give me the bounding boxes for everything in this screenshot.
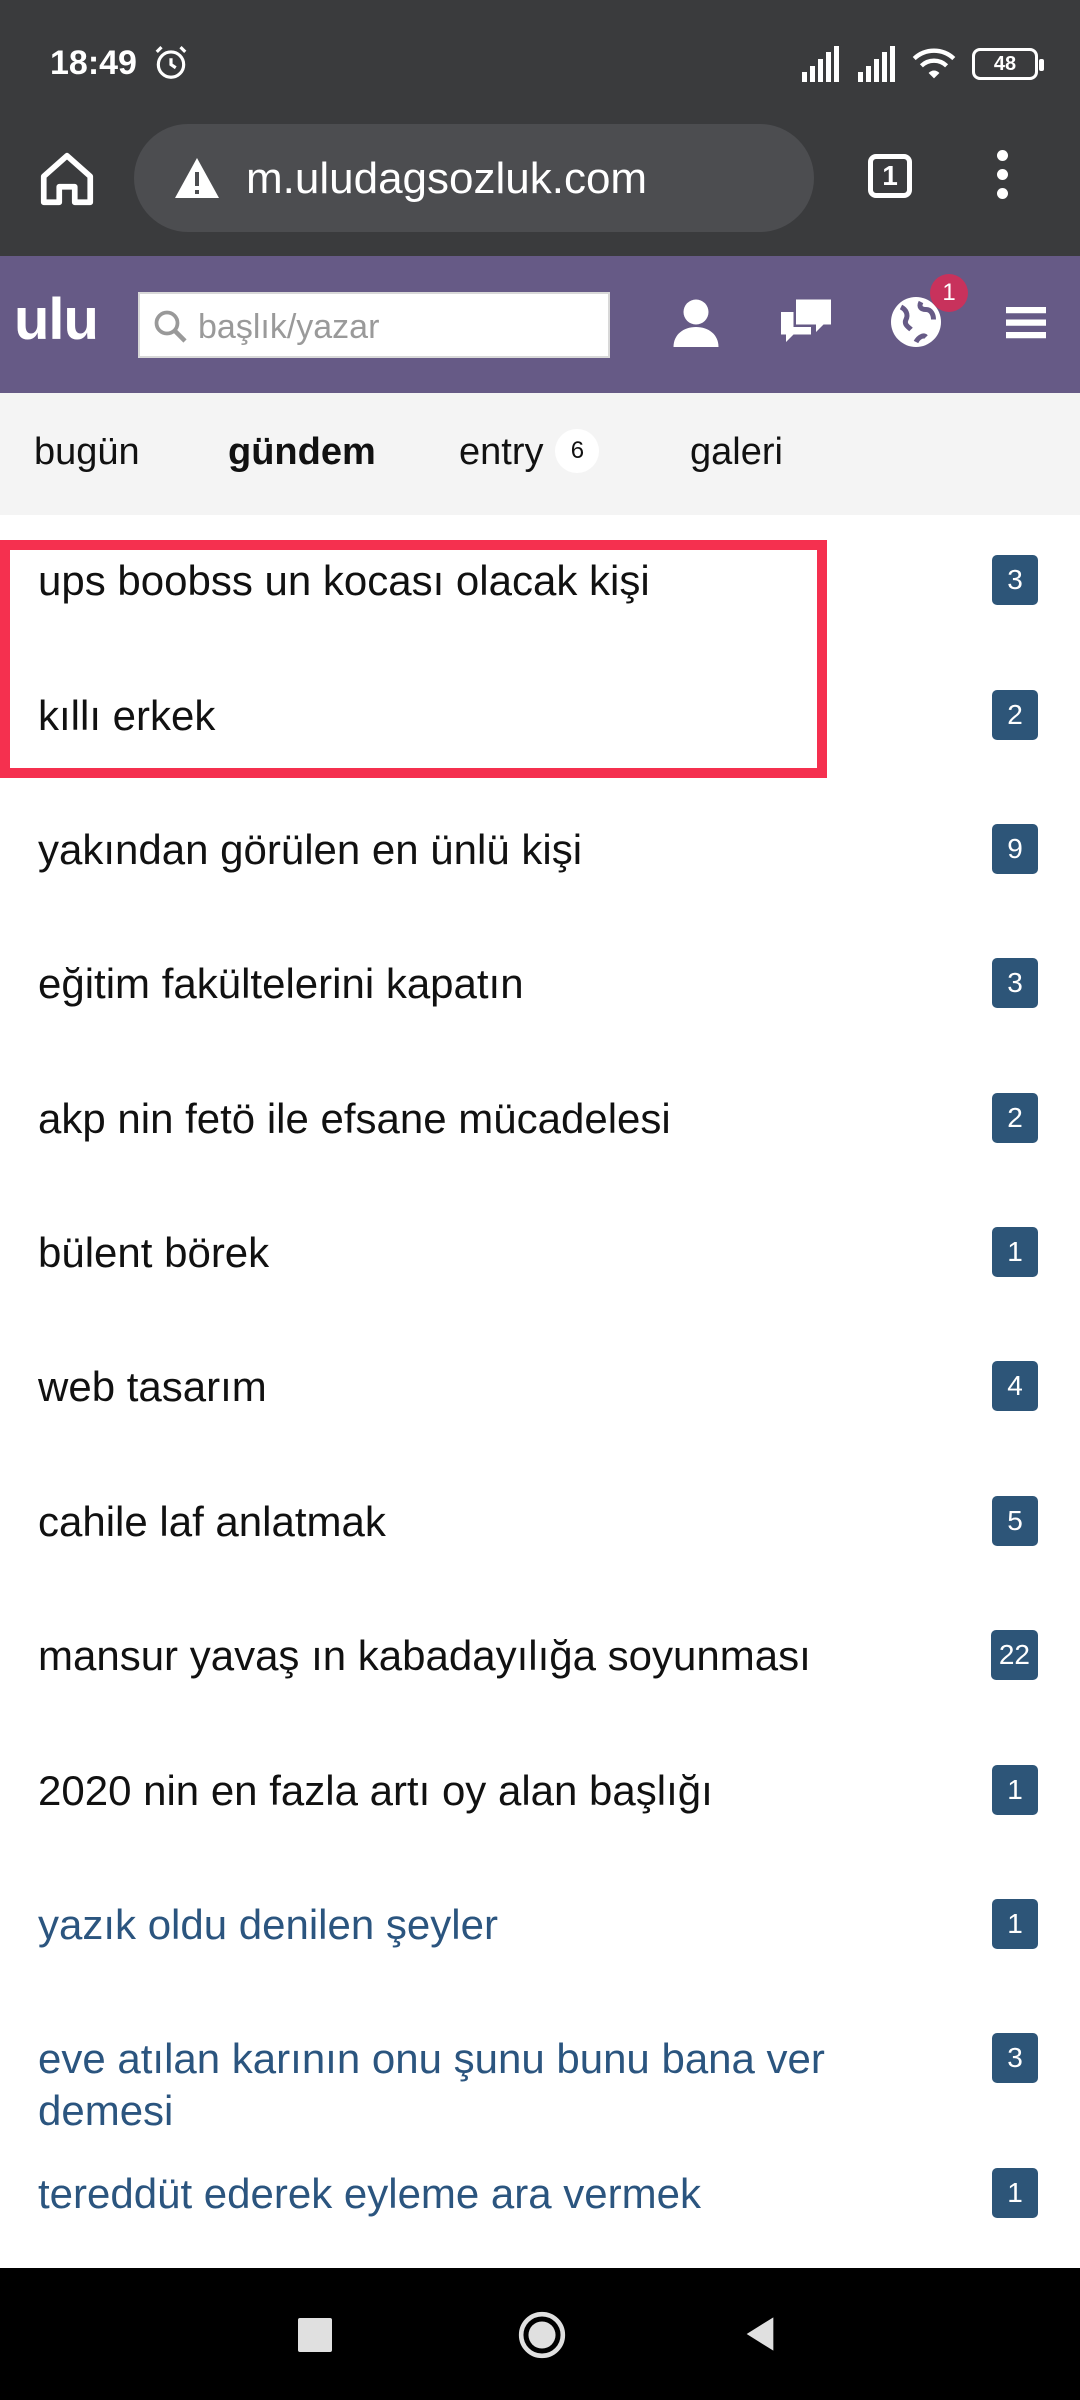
signal-icon [858, 46, 895, 82]
battery-level: 48 [993, 52, 1017, 75]
topic-count-badge: 1 [992, 1227, 1038, 1277]
tab-bugun[interactable]: bugün [34, 431, 140, 474]
topic-title[interactable]: mansur yavaş ın kabadayılığa soyunması [38, 1630, 878, 1682]
topic-count-badge: 4 [992, 1361, 1038, 1411]
tab-label: gündem [228, 431, 376, 473]
search-box[interactable] [138, 292, 610, 358]
more-vert-icon[interactable] [994, 150, 1010, 210]
wifi-icon [912, 48, 956, 79]
topic-title[interactable]: cahile laf anlatmak [38, 1496, 878, 1548]
alarm-icon [155, 46, 187, 79]
tab-bar: bugün gündem entry 6 galeri [0, 393, 1080, 515]
status-time: 18:49 [50, 44, 137, 82]
user-icon[interactable] [666, 292, 726, 352]
topic-title[interactable]: eğitim fakültelerini kapatın [38, 958, 878, 1010]
hamburger-menu-icon[interactable] [996, 292, 1056, 352]
topic-count-badge: 9 [992, 824, 1038, 874]
topic-count-badge: 3 [992, 555, 1038, 605]
search-icon [154, 310, 187, 343]
address-bar[interactable]: m.uludagsozluk.com [134, 124, 814, 232]
topic-title[interactable]: akp nin fetö ile efsane mücadelesi [38, 1093, 878, 1145]
topic-title[interactable]: web tasarım [38, 1361, 878, 1413]
topic-count-badge: 22 [990, 1630, 1038, 1680]
topic-title[interactable]: bülent börek [38, 1227, 878, 1279]
topic-count-badge: 1 [992, 2168, 1038, 2218]
topic-count-badge: 2 [992, 690, 1038, 740]
site-header: ulu 1 [0, 256, 1080, 393]
home-icon[interactable] [36, 148, 98, 210]
recents-icon[interactable] [298, 2318, 332, 2352]
tab-count: 1 [882, 160, 898, 191]
notification-badge[interactable]: 1 [930, 274, 968, 312]
topic-count-badge: 1 [992, 1765, 1038, 1815]
site-logo[interactable]: ulu [14, 286, 99, 353]
topic-title[interactable]: tereddüt ederek eyleme ara vermek [38, 2168, 878, 2220]
topic-count-badge: 1 [992, 1899, 1038, 1949]
tab-galeri[interactable]: galeri [690, 431, 783, 474]
topic-title[interactable]: yazık oldu denilen şeyler [38, 1899, 878, 1951]
url-text[interactable]: m.uludagsozluk.com [246, 154, 647, 204]
tab-entry[interactable]: entry 6 [459, 428, 600, 476]
topic-count-badge: 2 [992, 1093, 1038, 1143]
battery-icon: 48 [972, 48, 1044, 80]
browser-toolbar: m.uludagsozluk.com 1 [0, 120, 1080, 256]
search-input[interactable] [196, 302, 600, 352]
topic-title[interactable]: eve atılan karının onu şunu bunu bana ve… [38, 2033, 878, 2137]
topic-title[interactable]: yakından görülen en ünlü kişi [38, 824, 878, 876]
topic-count-badge: 3 [992, 958, 1038, 1008]
tab-label: galeri [690, 431, 783, 473]
back-icon[interactable] [740, 2314, 780, 2354]
entry-count-badge: 6 [555, 428, 600, 473]
tab-gundem[interactable]: gündem [228, 431, 376, 474]
status-icons: 48 [800, 44, 1044, 84]
home-circle-icon[interactable] [517, 2310, 567, 2360]
signal-icon [802, 46, 839, 82]
topic-count-badge: 3 [992, 2033, 1038, 2083]
topic-count-badge: 5 [992, 1496, 1038, 1546]
topic-title[interactable]: 2020 nin en fazla artı oy alan başlığı [38, 1765, 878, 1817]
tab-label: entry [459, 431, 544, 473]
warning-icon[interactable] [172, 156, 222, 200]
status-bar: 18:49 48 [0, 0, 1080, 120]
tabs-icon[interactable]: 1 [868, 154, 912, 198]
messages-icon[interactable] [776, 292, 836, 352]
navigation-bar [0, 2268, 1080, 2400]
highlight-box [0, 540, 827, 778]
tab-label: bugün [34, 431, 140, 473]
